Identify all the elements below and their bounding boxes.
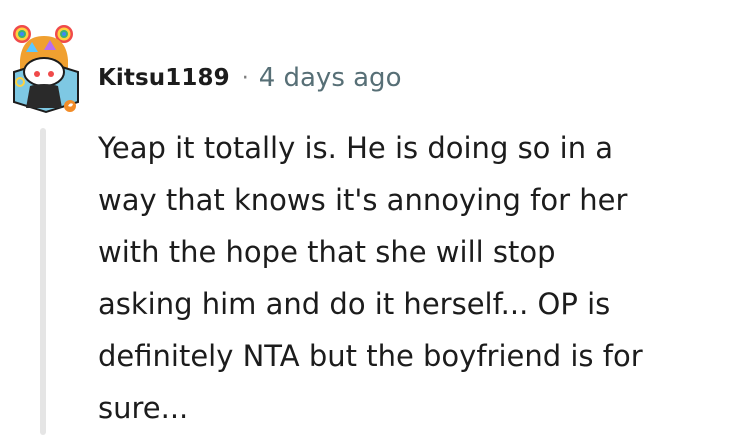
comment-meta: Kitsu1189 · 4 days ago bbox=[98, 60, 401, 96]
comment-body-line: way that knows it's annoying for her bbox=[98, 183, 628, 217]
user-avatar[interactable] bbox=[8, 22, 84, 114]
username-link[interactable]: Kitsu1189 bbox=[98, 65, 230, 91]
comment-body-line: asking him and do it herself... OP is bbox=[98, 287, 611, 321]
meta-separator: · bbox=[241, 65, 249, 91]
comment-body: Yeap it totally is. He is doing so in a … bbox=[98, 122, 728, 434]
snoo-avatar-icon bbox=[13, 25, 79, 114]
comment: Kitsu1189 · 4 days ago Yeap it totally i… bbox=[0, 0, 738, 435]
timestamp-link[interactable]: 4 days ago bbox=[259, 63, 402, 93]
thread-collapse-line[interactable] bbox=[40, 128, 46, 435]
leaf-badge-icon bbox=[64, 100, 76, 112]
comment-body-line: Yeap it totally is. He is doing so in a bbox=[98, 131, 614, 165]
comment-body-line: definitely NTA but the boyfriend is for bbox=[98, 339, 643, 373]
comment-body-line: sure... bbox=[98, 391, 189, 425]
comment-body-line: with the hope that she will stop bbox=[98, 235, 556, 269]
